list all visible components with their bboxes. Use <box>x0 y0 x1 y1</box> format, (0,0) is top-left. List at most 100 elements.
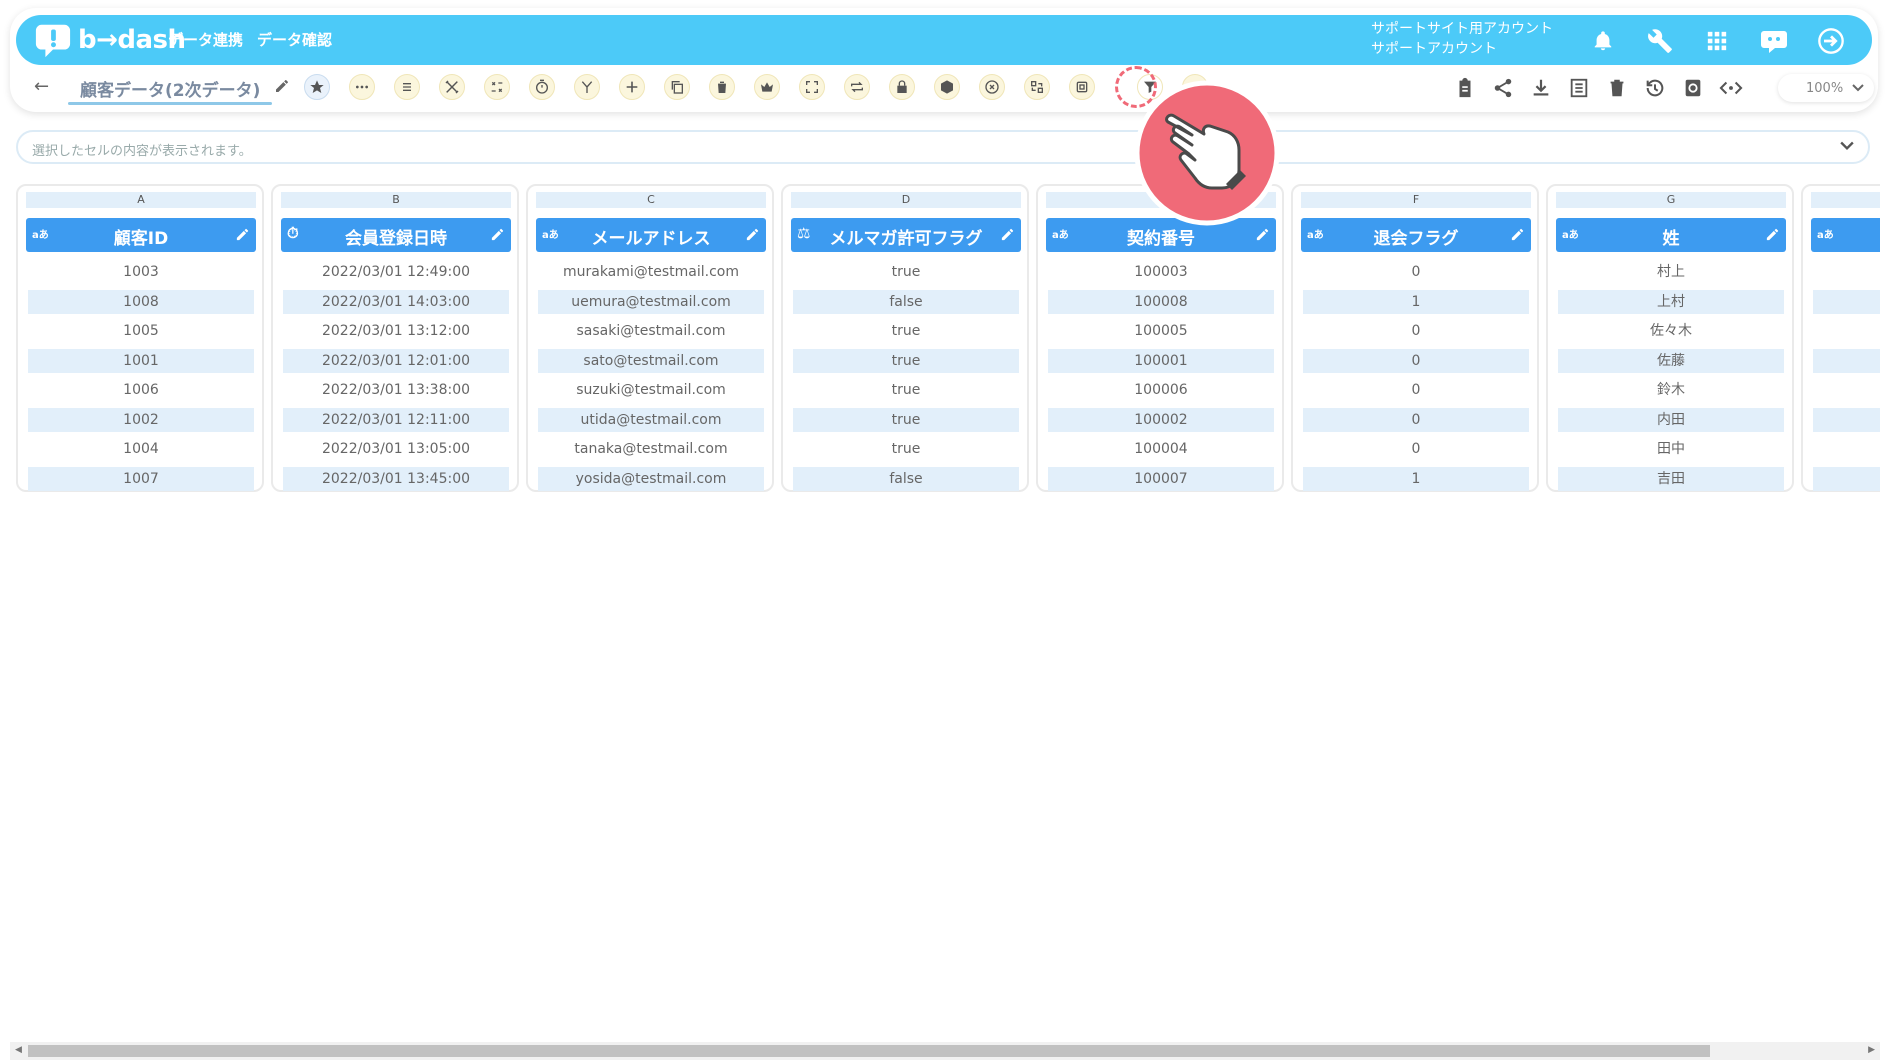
trash-icon[interactable] <box>1604 75 1630 101</box>
table-cell[interactable]: 100001 <box>1048 349 1274 373</box>
table-cell[interactable]: 1006 <box>28 378 254 402</box>
table-cell[interactable]: 0 <box>1303 260 1529 284</box>
table-cell[interactable]: true <box>793 349 1019 373</box>
download-icon[interactable] <box>1528 75 1554 101</box>
crown-icon[interactable] <box>754 74 780 100</box>
tools-icon[interactable] <box>439 74 465 100</box>
nav-link-data-check[interactable]: データ確認 <box>257 29 332 50</box>
table-cell[interactable]: 100003 <box>1048 260 1274 284</box>
table-cell[interactable]: 佐々木 <box>1558 319 1784 343</box>
table-cell[interactable] <box>1813 467 1880 491</box>
column-c[interactable]: C aあ メールアドレス murakami@testmail.com uemur… <box>526 184 774 492</box>
frame-icon[interactable] <box>1069 74 1095 100</box>
wrench-icon[interactable] <box>1645 26 1675 56</box>
table-cell[interactable]: true <box>793 437 1019 461</box>
column-d[interactable]: D ⚖ メルマガ許可フラグ true false true true true … <box>781 184 1029 492</box>
repeat-icon[interactable] <box>844 74 870 100</box>
column-letter[interactable]: G <box>1556 192 1786 208</box>
edit-icon[interactable] <box>1765 227 1780 242</box>
zoom-select[interactable]: 100% <box>1778 74 1874 102</box>
refresh-icon[interactable] <box>1680 75 1706 101</box>
table-cell[interactable]: murakami@testmail.com <box>538 260 764 284</box>
apps-grid-icon[interactable] <box>1702 26 1732 56</box>
column-letter[interactable]: F <box>1301 192 1531 208</box>
column-letter[interactable]: B <box>281 192 511 208</box>
edit-icon[interactable] <box>235 227 250 242</box>
column-letter[interactable]: D <box>791 192 1021 208</box>
column-h[interactable]: aあ <box>1801 184 1880 492</box>
table-cell[interactable] <box>1813 260 1880 284</box>
table-cell[interactable]: 0 <box>1303 437 1529 461</box>
table-cell[interactable] <box>1813 290 1880 314</box>
table-cell[interactable]: false <box>793 467 1019 491</box>
table-cell[interactable]: 100008 <box>1048 290 1274 314</box>
edit-icon[interactable] <box>1510 227 1525 242</box>
table-cell[interactable]: 1008 <box>28 290 254 314</box>
bell-icon[interactable] <box>1588 26 1618 56</box>
column-header[interactable]: aあ <box>1811 218 1880 252</box>
table-cell[interactable]: 2022/03/01 12:49:00 <box>283 260 509 284</box>
scroll-right-icon[interactable]: ▶ <box>1868 1045 1875 1055</box>
table-cell[interactable]: yosida@testmail.com <box>538 467 764 491</box>
swap-icon[interactable] <box>1024 74 1050 100</box>
sheet-icon[interactable] <box>1566 75 1592 101</box>
transform-icon[interactable] <box>484 74 510 100</box>
table-cell[interactable]: false <box>793 290 1019 314</box>
table-cell[interactable]: 田中 <box>1558 437 1784 461</box>
table-cell[interactable]: 0 <box>1303 319 1529 343</box>
column-g[interactable]: G aあ 姓 村上 上村 佐々木 佐藤 鈴木 内田 田中 吉田 <box>1546 184 1794 492</box>
add-icon[interactable] <box>619 74 645 100</box>
scroll-left-icon[interactable]: ◀ <box>15 1045 22 1055</box>
table-cell[interactable]: 100004 <box>1048 437 1274 461</box>
column-header[interactable]: aあ 顧客ID <box>26 218 256 252</box>
column-b[interactable]: B ⏱ 会員登録日時 2022/03/01 12:49:00 2022/03/0… <box>271 184 519 492</box>
nav-link-data-integration[interactable]: データ連携 <box>168 29 243 50</box>
table-cell[interactable] <box>1813 437 1880 461</box>
cell-content-bar[interactable]: 選択したセルの内容が表示されます。 <box>16 130 1870 164</box>
logout-icon[interactable] <box>1816 26 1846 56</box>
table-cell[interactable]: suzuki@testmail.com <box>538 378 764 402</box>
branch-icon[interactable] <box>574 74 600 100</box>
table-cell[interactable]: 2022/03/01 14:03:00 <box>283 290 509 314</box>
table-cell[interactable]: 1004 <box>28 437 254 461</box>
data-title[interactable]: 顧客データ(2次データ) <box>80 76 260 101</box>
more-icon[interactable] <box>349 74 375 100</box>
logo[interactable]: b→dash <box>34 21 186 59</box>
clipboard-icon[interactable] <box>1452 75 1478 101</box>
table-cell[interactable]: true <box>793 408 1019 432</box>
table-cell[interactable]: 100007 <box>1048 467 1274 491</box>
edit-title-icon[interactable] <box>274 78 290 98</box>
edit-icon[interactable] <box>745 227 760 242</box>
table-cell[interactable]: 佐藤 <box>1558 349 1784 373</box>
account-info[interactable]: サポートサイト用アカウント サポートアカウント <box>1371 19 1553 59</box>
table-cell[interactable]: 100002 <box>1048 408 1274 432</box>
table-cell[interactable]: 1007 <box>28 467 254 491</box>
table-cell[interactable]: tanaka@testmail.com <box>538 437 764 461</box>
horizontal-scrollbar[interactable]: ◀ ▶ <box>10 1042 1880 1060</box>
table-cell[interactable]: 0 <box>1303 408 1529 432</box>
back-arrow-icon[interactable]: ← <box>34 76 49 97</box>
table-cell[interactable] <box>1813 319 1880 343</box>
table-cell[interactable]: 鈴木 <box>1558 378 1784 402</box>
table-cell[interactable]: sato@testmail.com <box>538 349 764 373</box>
expand-icon[interactable] <box>799 74 825 100</box>
table-cell[interactable]: true <box>793 319 1019 343</box>
star-icon[interactable] <box>304 74 330 100</box>
table-cell[interactable] <box>1813 378 1880 402</box>
table-cell[interactable]: 100005 <box>1048 319 1274 343</box>
table-cell[interactable]: sasaki@testmail.com <box>538 319 764 343</box>
table-cell[interactable] <box>1813 408 1880 432</box>
scrollbar-thumb[interactable] <box>28 1045 1710 1057</box>
column-letter[interactable]: A <box>26 192 256 208</box>
table-cell[interactable]: 1 <box>1303 290 1529 314</box>
table-cell[interactable]: 吉田 <box>1558 467 1784 491</box>
table-cell[interactable]: 内田 <box>1558 408 1784 432</box>
edit-icon[interactable] <box>1255 227 1270 242</box>
column-f[interactable]: F aあ 退会フラグ 0 1 0 0 0 0 0 1 <box>1291 184 1539 492</box>
column-header[interactable]: ⚖ メルマガ許可フラグ <box>791 218 1021 252</box>
table-cell[interactable]: 2022/03/01 13:38:00 <box>283 378 509 402</box>
close-circle-icon[interactable] <box>979 74 1005 100</box>
package-icon[interactable] <box>934 74 960 100</box>
table-cell[interactable]: 1005 <box>28 319 254 343</box>
table-cell[interactable]: 1003 <box>28 260 254 284</box>
